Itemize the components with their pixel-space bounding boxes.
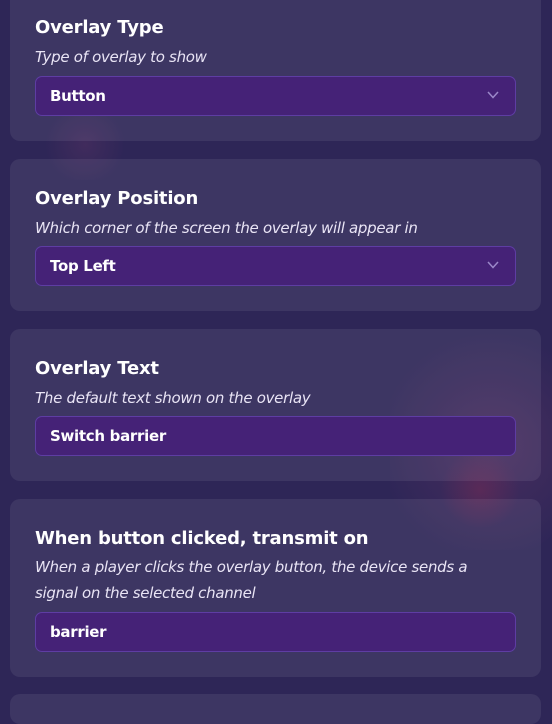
- setting-label: Overlay Position: [35, 188, 199, 209]
- setting-description: Which corner of the screen the overlay w…: [35, 219, 418, 237]
- chevron-down-icon: [487, 91, 499, 99]
- overlay-text-input[interactable]: Switch barrier: [35, 416, 516, 456]
- setting-description: The default text shown on the overlay: [35, 389, 311, 407]
- setting-description: Type of overlay to show: [35, 48, 207, 66]
- dropdown-value: Top Left: [50, 257, 116, 275]
- dropdown-value: Button: [50, 87, 106, 105]
- setting-card-overlay-text: Overlay Text The default text shown on t…: [10, 329, 541, 481]
- overlay-position-dropdown[interactable]: Top Left: [35, 246, 516, 286]
- setting-card-overlay-type: Overlay Type Type of overlay to show But…: [10, 0, 541, 141]
- setting-description-line-2: signal on the selected channel: [35, 584, 256, 602]
- setting-label: Overlay Text: [35, 358, 159, 379]
- setting-card-overlay-position: Overlay Position Which corner of the scr…: [10, 159, 541, 311]
- setting-label: When button clicked, transmit on: [35, 528, 369, 549]
- setting-card-transmit-channel: When button clicked, transmit on When a …: [10, 499, 541, 677]
- setting-description-line-1: When a player clicks the overlay button,…: [35, 558, 468, 576]
- setting-card-next: [10, 694, 541, 724]
- overlay-type-dropdown[interactable]: Button: [35, 76, 516, 116]
- transmit-channel-input[interactable]: barrier: [35, 612, 516, 652]
- chevron-down-icon: [487, 261, 499, 269]
- setting-label: Overlay Type: [35, 17, 164, 38]
